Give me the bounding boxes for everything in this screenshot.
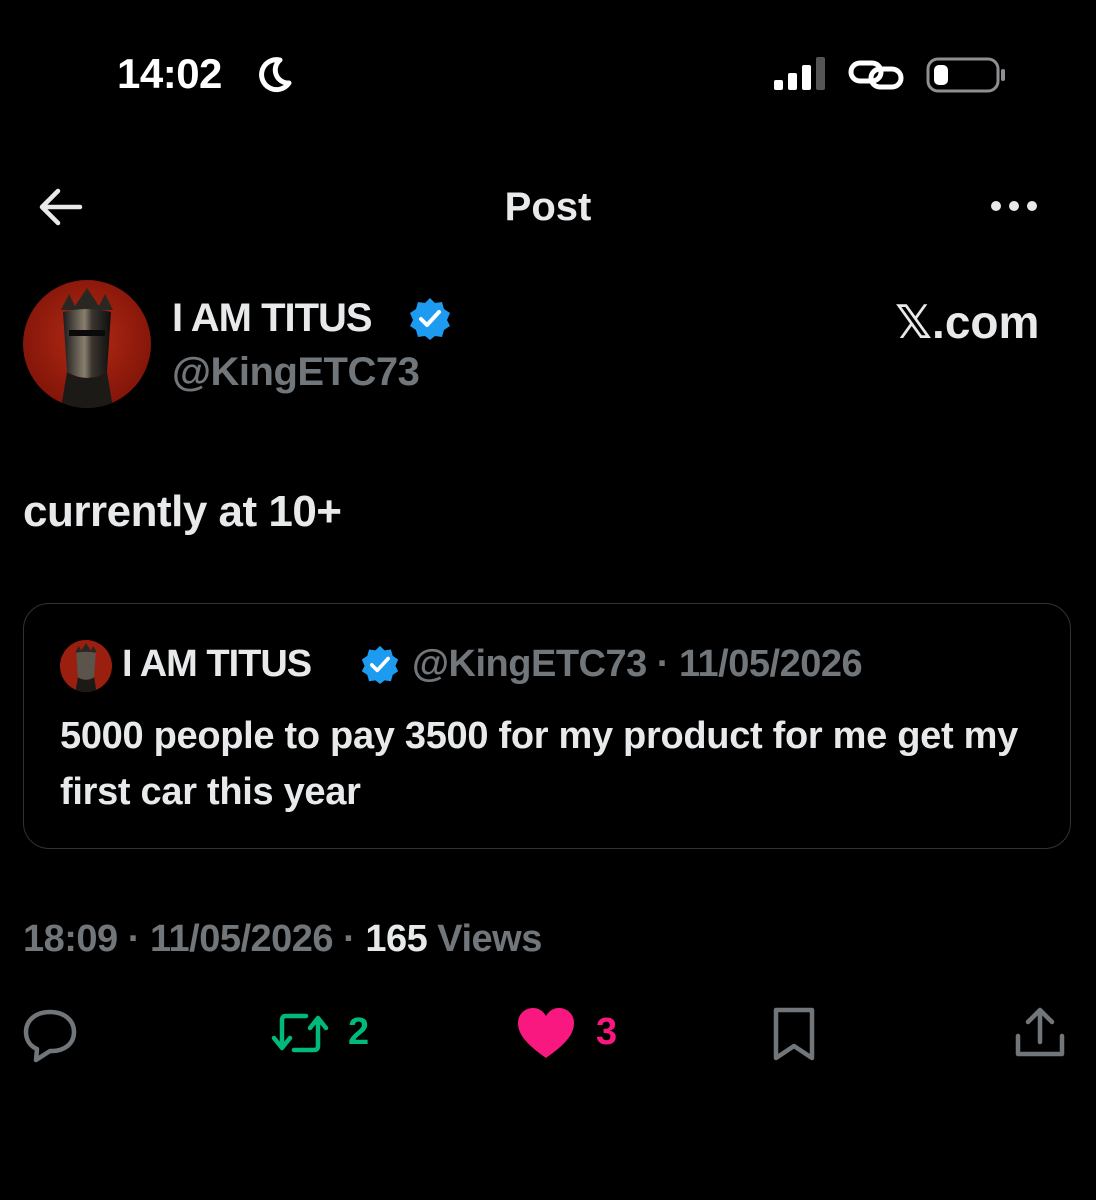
battery-icon xyxy=(926,57,1005,93)
x-com-watermark: 𝕏.com xyxy=(895,296,1040,348)
author-name[interactable]: I AM TITUS xyxy=(172,294,373,342)
more-options-icon[interactable] xyxy=(988,192,1040,220)
link-icon xyxy=(848,60,904,90)
views-count: 165 xyxy=(365,918,428,960)
views-label: Views xyxy=(427,918,542,960)
moon-icon xyxy=(259,57,292,93)
like-count: 3 xyxy=(596,1011,618,1053)
retweet-count: 2 xyxy=(348,1011,370,1053)
verified-badge-icon xyxy=(410,298,450,340)
reply-icon[interactable] xyxy=(20,1004,80,1064)
crown-helmet-avatar-image xyxy=(23,280,151,408)
heart-icon[interactable] xyxy=(516,1006,576,1062)
bookmark-icon[interactable] xyxy=(768,1006,820,1062)
post-timestamp: 18:09 · 11/05/2026 · xyxy=(23,918,366,960)
quoted-author-name: I AM TITUS xyxy=(122,643,312,685)
retweet-icon[interactable] xyxy=(268,1008,332,1058)
quoted-author-avatar xyxy=(60,640,112,692)
author-avatar[interactable] xyxy=(23,280,151,408)
post-timestamp-views: 18:09 · 11/05/2026 · 165 Views xyxy=(23,914,542,964)
share-icon[interactable] xyxy=(1012,1004,1068,1060)
page-title: Post xyxy=(504,185,592,229)
quoted-post-meta: @KingETC73 · 11/05/2026 xyxy=(412,643,863,685)
cellular-signal-icon xyxy=(774,57,825,90)
post-text: currently at 10+ xyxy=(23,487,342,536)
status-time: 14:02 xyxy=(117,50,222,97)
author-handle[interactable]: @KingETC73 xyxy=(172,348,420,396)
crown-helmet-avatar-image xyxy=(60,640,112,692)
verified-badge-icon xyxy=(361,645,399,684)
quoted-post-text: 5000 people to pay 3500 for my product f… xyxy=(60,715,1018,813)
